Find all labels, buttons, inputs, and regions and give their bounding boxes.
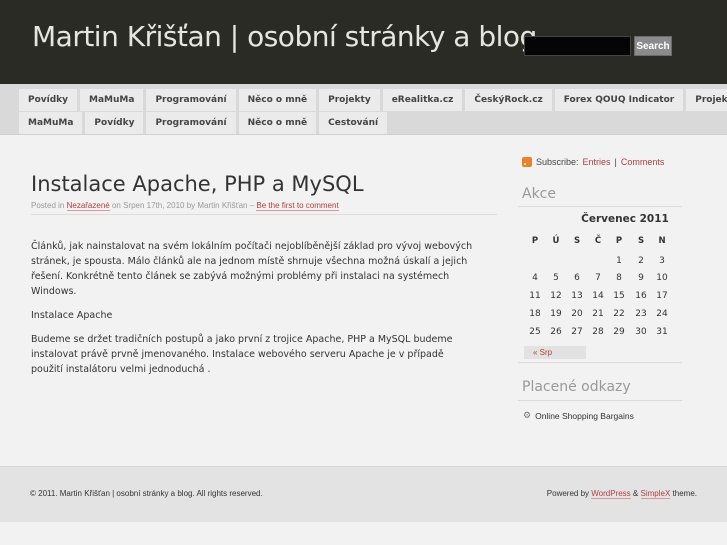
calendar-day-header: P [615,236,623,246]
calendar-day: 19 [550,309,562,319]
rss-icon [522,157,532,167]
calendar-day: 16 [635,291,647,301]
calendar-day: 23 [635,309,647,319]
post-subheading: Instalace Apache [31,310,113,321]
nav-item-erealitka[interactable]: eRealitka.cz [382,89,463,111]
calendar-caption: Červenec 2011 [581,213,669,225]
nav-item-mamuma-2[interactable]: MaMuMa [19,112,83,134]
nav-item-programovani-2[interactable]: Programování [146,112,236,134]
calendar-widget-title: Akce [522,186,556,202]
search-input[interactable] [524,36,631,56]
nav-item-mamuma[interactable]: MaMuMa [80,89,144,111]
theme-suffix: theme. [672,489,697,498]
subscribe-line: Subscribe: Entries | Comments [522,157,664,167]
calendar-day: 27 [571,327,583,337]
calendar-day-header: Č [594,236,602,246]
calendar-day-header: S [637,236,645,246]
comments-link[interactable]: Comments [621,157,665,167]
calendar-day: 28 [592,327,604,337]
footer-credits: Powered by WordPress & SimpleX theme. [546,489,697,499]
widget-divider [518,362,682,363]
calendar-day: 30 [635,327,647,337]
calendar-day: 6 [574,273,580,283]
calendar-day: 29 [613,327,625,337]
calendar-day: 25 [529,327,541,337]
post-body: Článků, jak nainstalovat na svém lokální… [31,239,476,386]
nav-item-forex-qouq[interactable]: Forex QOUQ Indicator [554,89,684,111]
calendar-day-header: N [658,236,666,246]
nav-item-projekty[interactable]: Projekty [319,89,380,111]
post-paragraph: Článků, jak nainstalovat na svém lokální… [31,241,473,297]
calendar-day: 3 [659,256,665,266]
calendar-day-header: S [573,236,581,246]
calendar-day: 1 [616,256,622,266]
nav-item-povidky[interactable]: Povídky [19,89,78,111]
comment-link[interactable]: Be the first to comment [256,201,339,211]
paid-link-item[interactable]: ⚙ Online Shopping Bargains [523,410,634,421]
nav-item-programovani[interactable]: Programování [146,89,236,111]
calendar-day: 26 [550,327,562,337]
post-title[interactable]: Instalace Apache, PHP a MySQL [31,172,364,196]
calendar-day-header: Ú [552,236,560,246]
nav-item-cestovani[interactable]: Cestování [319,112,388,134]
post-paragraph: Budeme se držet tradičních postupů a jak… [31,334,453,375]
calendar-day: 11 [529,291,541,301]
calendar-day: 7 [595,273,601,283]
wordpress-link[interactable]: WordPress [591,489,631,499]
nav-row-2: MaMuMa Povídky Programování Něco o mně C… [19,112,388,134]
calendar-day: 13 [571,291,583,301]
search-button[interactable]: Search [634,36,672,56]
nav-item-ceskyrock[interactable]: ČeskýRock.cz [465,89,552,111]
nav-item-projekty-2[interactable]: Projekty [686,89,727,111]
and-text: & [632,489,639,498]
calendar-day: 21 [592,309,604,319]
entries-link[interactable]: Entries [583,157,611,167]
calendar-day-header: P [531,236,539,246]
calendar-day: 22 [613,309,625,319]
gear-icon: ⚙ [523,410,532,420]
meta-posted-in: Posted in [31,201,65,210]
footer-copyright: © 2011. Martin Křišťan | osobní stránky … [30,489,263,498]
calendar-day: 20 [571,309,583,319]
powered-by-text: Powered by [546,489,590,498]
separator: | [614,157,617,167]
calendar-prev-link[interactable]: « Srp [524,346,586,359]
paid-link-label[interactable]: Online Shopping Bargains [535,411,634,421]
calendar-day: 4 [532,273,538,283]
calendar-day: 31 [656,327,668,337]
calendar-day: 5 [553,273,559,283]
calendar-day: 24 [656,309,668,319]
nav-item-neco-o-mne[interactable]: Něco o mně [238,89,317,111]
post-meta: Posted in Nezařazené on Srpen 17th, 2010… [31,201,339,211]
nav-item-povidky-2[interactable]: Povídky [85,112,144,134]
nav-row-1: Povídky MaMuMa Programování Něco o mně P… [19,89,727,111]
links-widget-title: Placené odkazy [522,379,631,395]
calendar-day: 2 [638,256,644,266]
calendar-day: 12 [550,291,562,301]
widget-divider [518,206,682,207]
calendar-day: 9 [638,273,644,283]
divider [31,214,497,215]
subscribe-label: Subscribe: [536,157,579,167]
meta-date-author: on Srpen 17th, 2010 by Martin Křišťan – [111,201,255,210]
calendar-day: 14 [592,291,604,301]
calendar-day: 8 [616,273,622,283]
widget-divider [518,400,682,401]
calendar-day: 15 [613,291,625,301]
nav-item-neco-o-mne-2[interactable]: Něco o mně [238,112,317,134]
calendar-day: 18 [529,309,541,319]
theme-link[interactable]: SimpleX [640,489,671,499]
site-title[interactable]: Martin Křišťan | osobní stránky a blog [32,20,537,53]
category-link[interactable]: Nezařazené [66,201,110,211]
calendar-day: 10 [656,273,668,283]
calendar-day: 17 [656,291,668,301]
